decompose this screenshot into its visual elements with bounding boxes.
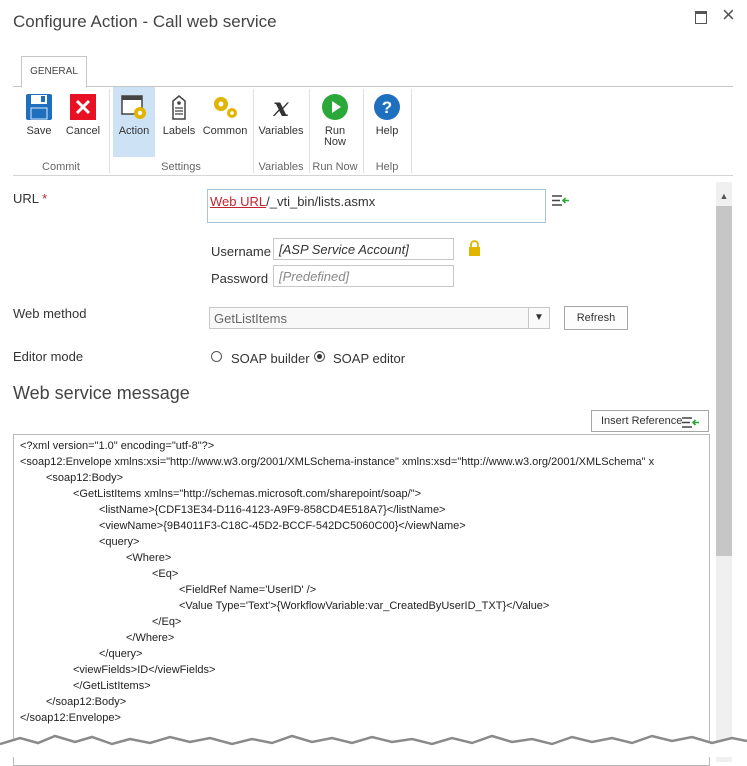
group-commit-label: Commit — [42, 161, 80, 173]
code-line: <viewFields>ID</viewFields> — [73, 664, 216, 676]
action-button[interactable]: Action — [113, 87, 155, 157]
svg-text:x: x — [272, 93, 289, 121]
group-variables-label: Variables — [258, 161, 304, 173]
labels-button[interactable]: Labels — [159, 87, 199, 157]
labels-label: Labels — [162, 125, 196, 137]
cancel-icon — [69, 93, 97, 121]
insert-reference-icon[interactable] — [552, 194, 570, 212]
group-settings-label: Settings — [161, 161, 201, 173]
code-line: </GetListItems> — [73, 680, 151, 692]
insert-reference-label: Insert Reference — [601, 415, 683, 427]
code-line: </query> — [99, 648, 143, 660]
editor-mode-label: Editor mode — [13, 349, 84, 364]
group-help-label: Help — [375, 161, 399, 173]
insert-reference-button-icon — [682, 416, 700, 436]
torn-edge — [0, 734, 747, 757]
lock-icon — [468, 240, 481, 262]
code-line: <listName>{CDF13E34-D116-4123-A9F9-858CD… — [99, 504, 446, 516]
help-label: Help — [375, 125, 399, 137]
help-button[interactable]: ? Help — [367, 87, 407, 157]
web-method-value: GetListItems — [214, 311, 287, 326]
variables-button[interactable]: x Variables — [257, 87, 305, 157]
web-url-token[interactable]: Web URL — [210, 194, 266, 209]
url-input[interactable]: Web URL/_vti_bin/lists.asmx — [207, 189, 546, 223]
scroll-up-icon[interactable]: ▲ — [716, 188, 732, 204]
cancel-label: Cancel — [65, 125, 101, 137]
run-now-icon — [321, 93, 349, 121]
password-label: Password — [211, 271, 269, 286]
code-line: <Value Type='Text'>{WorkflowVariable:var… — [179, 600, 550, 612]
code-line: </Where> — [126, 632, 175, 644]
save-button[interactable]: Save — [19, 87, 59, 157]
section-heading: Web service message — [13, 383, 190, 403]
code-line: <FieldRef Name='UserID' /> — [179, 584, 317, 596]
help-icon: ? — [373, 93, 401, 121]
url-value: Web URL/_vti_bin/lists.asmx — [210, 194, 375, 209]
soap-editor-label[interactable]: SOAP editor — [333, 351, 405, 366]
web-method-label: Web method — [13, 306, 87, 321]
scrollbar-thumb[interactable] — [716, 206, 732, 556]
web-method-select[interactable]: GetListItems ▼ — [209, 307, 550, 329]
variables-label: Variables — [258, 125, 304, 137]
common-icon — [211, 93, 239, 121]
url-label-text: URL — [13, 191, 39, 206]
password-field[interactable]: [Predefined] — [273, 265, 454, 287]
run-now-button[interactable]: Run Now — [313, 87, 357, 157]
ribbon: Save Cancel Commit Action Labels Common … — [13, 86, 733, 176]
maximize-icon[interactable] — [695, 11, 707, 24]
svg-text:?: ? — [382, 98, 392, 117]
variables-icon: x — [267, 93, 295, 123]
tab-general[interactable]: GENERAL — [21, 56, 87, 88]
url-label: URL * — [13, 191, 47, 206]
required-mark: * — [42, 191, 48, 206]
cancel-button[interactable]: Cancel — [63, 87, 103, 157]
group-run-now-label: Run Now — [312, 161, 358, 173]
username-field[interactable]: [ASP Service Account] — [273, 238, 454, 260]
code-line: <GetListItems xmlns="http://schemas.micr… — [73, 488, 422, 500]
code-line: </soap12:Body> — [46, 696, 127, 708]
code-line: <?xml version="1.0" encoding="utf-8"?> — [20, 440, 215, 452]
insert-reference-button[interactable]: Insert Reference — [591, 410, 709, 432]
dialog-title: Configure Action - Call web service — [13, 12, 277, 31]
run-now-label: Run Now — [323, 125, 346, 148]
username-label: Username — [211, 244, 271, 259]
common-label: Common — [202, 125, 248, 137]
code-line: <query> — [99, 536, 140, 548]
soap-message-editor[interactable]: <?xml version="1.0" encoding="utf-8"?> <… — [13, 434, 710, 766]
chevron-down-icon[interactable]: ▼ — [528, 308, 549, 328]
code-line: <soap12:Body> — [46, 472, 124, 484]
url-path: /_vti_bin/lists.asmx — [266, 194, 376, 209]
soap-builder-radio[interactable] — [211, 351, 222, 362]
common-button[interactable]: Common — [201, 87, 249, 157]
save-label: Save — [26, 125, 52, 137]
save-icon — [25, 93, 53, 121]
code-line: <Eq> — [152, 568, 179, 580]
soap-editor-radio[interactable] — [314, 351, 325, 362]
soap-builder-label[interactable]: SOAP builder — [231, 351, 310, 366]
code-line: <viewName>{9B4011F3-C18C-45D2-BCCF-542DC… — [99, 520, 466, 532]
refresh-button[interactable]: Refresh — [564, 306, 628, 330]
code-line: <Where> — [126, 552, 172, 564]
labels-icon — [165, 93, 193, 121]
close-icon[interactable]: × — [722, 4, 735, 26]
action-icon — [120, 93, 148, 121]
code-line: </Eq> — [152, 616, 182, 628]
code-line: <soap12:Envelope xmlns:xsi="http://www.w… — [20, 456, 655, 468]
action-label: Action — [118, 125, 150, 137]
